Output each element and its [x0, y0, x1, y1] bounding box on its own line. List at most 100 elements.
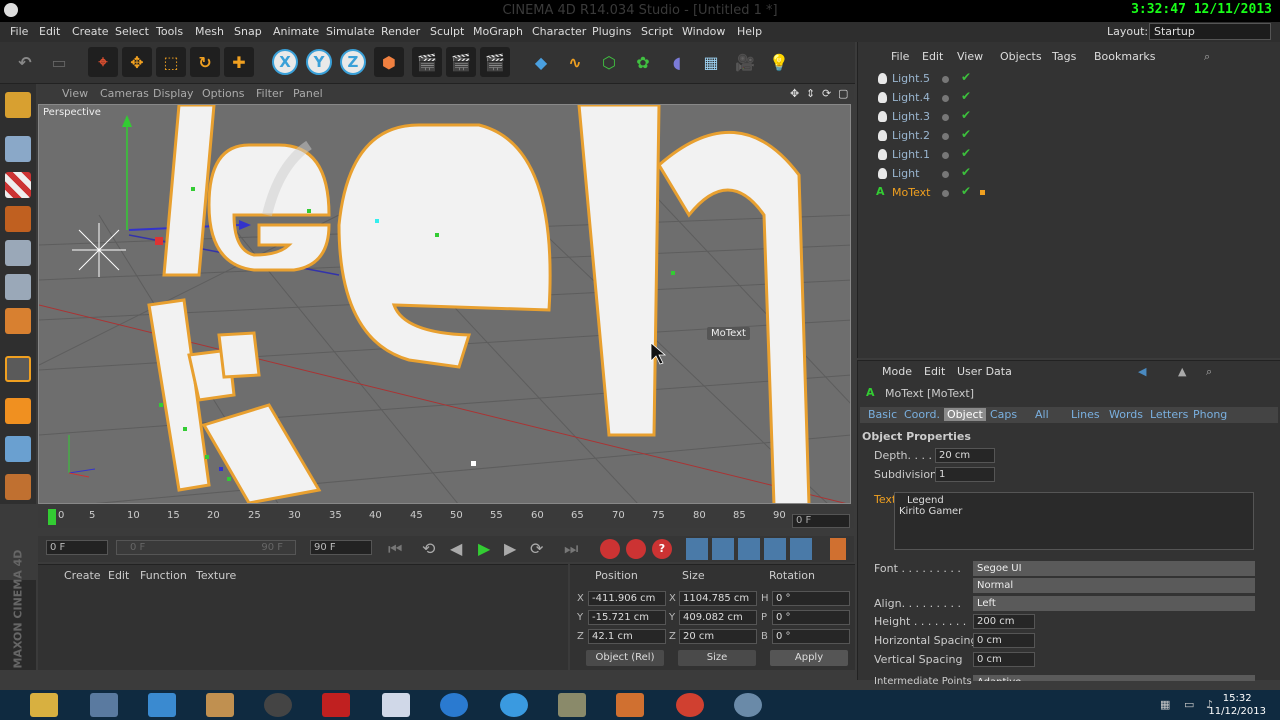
- key-rotation-icon[interactable]: [738, 538, 760, 560]
- cinema4d-icon[interactable]: [734, 693, 762, 717]
- menu-edit[interactable]: Edit: [39, 25, 60, 38]
- coordinate-mode-select[interactable]: Object (Rel): [586, 650, 664, 666]
- key-scale-icon[interactable]: [712, 538, 734, 560]
- enabled-check-icon[interactable]: ✔: [961, 127, 971, 141]
- speaker-app-icon[interactable]: [264, 693, 292, 717]
- previous-frame-icon[interactable]: ◀: [450, 539, 462, 558]
- spline-pen-icon[interactable]: ∿: [560, 47, 590, 77]
- rot-h-field[interactable]: 0 °: [772, 591, 850, 606]
- tab-coord[interactable]: Coord.: [904, 408, 940, 421]
- object-row[interactable]: Light.1 ✔: [862, 146, 1272, 165]
- tag-icon[interactable]: [980, 190, 985, 195]
- visibility-dot-icon[interactable]: [942, 152, 949, 159]
- viewport-menu-options[interactable]: Options: [202, 87, 244, 100]
- menu-help[interactable]: Help: [737, 25, 762, 38]
- enabled-check-icon[interactable]: ✔: [961, 108, 971, 122]
- size-mode-select[interactable]: Size: [678, 650, 756, 666]
- menu-script[interactable]: Script: [641, 25, 673, 38]
- tab-lines[interactable]: Lines: [1071, 408, 1100, 421]
- perspective-viewport[interactable]: Perspective MoText: [38, 104, 851, 504]
- undo-icon[interactable]: ↶: [10, 47, 40, 77]
- menu-animate[interactable]: Animate: [273, 25, 319, 38]
- viewport-menu-panel[interactable]: Panel: [293, 87, 323, 100]
- om-menu-tags[interactable]: Tags: [1052, 50, 1076, 63]
- back-arrow-icon[interactable]: ◀: [1138, 365, 1146, 378]
- go-to-start-icon[interactable]: ⏮: [388, 539, 402, 559]
- enabled-check-icon[interactable]: ✔: [961, 70, 971, 84]
- visibility-dot-icon[interactable]: [942, 76, 949, 83]
- text-field[interactable]: Legend Kirito Gamer: [894, 492, 1254, 550]
- enabled-check-icon[interactable]: ✔: [961, 89, 971, 103]
- play-icon[interactable]: ▶: [478, 539, 490, 558]
- current-frame-field[interactable]: 0 F: [792, 514, 850, 528]
- redo-icon[interactable]: ▭: [44, 47, 74, 77]
- horizontal-spacing-field[interactable]: 0 cm: [973, 633, 1035, 648]
- om-menu-bookmarks[interactable]: Bookmarks: [1094, 50, 1155, 63]
- om-menu-objects[interactable]: Objects: [1000, 50, 1042, 63]
- array-generator-icon[interactable]: ✿: [628, 47, 658, 77]
- monitor-icon[interactable]: ▭: [1184, 698, 1194, 711]
- menu-sculpt[interactable]: Sculpt: [430, 25, 464, 38]
- subdivision-field[interactable]: 1: [935, 467, 995, 482]
- apply-button[interactable]: Apply: [770, 650, 848, 666]
- previous-key-icon[interactable]: ⟲: [422, 539, 435, 558]
- locked-workplane-icon[interactable]: [5, 474, 31, 500]
- menu-create[interactable]: Create: [72, 25, 109, 38]
- chrome-icon[interactable]: [676, 693, 704, 717]
- tray-clock[interactable]: 15:32 11/12/2013: [1208, 692, 1266, 718]
- next-frame-icon[interactable]: ▶: [504, 539, 516, 558]
- record-keys-icon[interactable]: [600, 539, 620, 559]
- menu-character[interactable]: Character: [532, 25, 586, 38]
- material-menu-texture[interactable]: Texture: [196, 569, 236, 582]
- x-axis-lock-button[interactable]: X: [272, 49, 298, 75]
- playhead-marker[interactable]: [48, 509, 56, 525]
- magnet-snap-icon[interactable]: [5, 398, 31, 424]
- tab-phong[interactable]: Phong: [1193, 408, 1227, 421]
- menu-snap[interactable]: Snap: [234, 25, 262, 38]
- menu-mograph[interactable]: MoGraph: [473, 25, 523, 38]
- end-frame-field[interactable]: 90 F: [310, 540, 372, 555]
- control-panel-icon[interactable]: [148, 693, 176, 717]
- subdivision-surface-icon[interactable]: ⬡: [594, 47, 624, 77]
- visibility-dot-icon[interactable]: [942, 190, 949, 197]
- points-mode-icon[interactable]: [5, 240, 31, 266]
- attr-menu-edit[interactable]: Edit: [924, 365, 945, 378]
- cube-object-icon[interactable]: ◆: [526, 47, 556, 77]
- layout-select[interactable]: Startup: [1149, 23, 1271, 40]
- material-menu-function[interactable]: Function: [140, 569, 187, 582]
- floor-environment-icon[interactable]: ▦: [696, 47, 726, 77]
- render-settings-icon[interactable]: 🎬: [480, 47, 510, 77]
- power-icon[interactable]: [322, 693, 350, 717]
- key-position-icon[interactable]: [686, 538, 708, 560]
- visibility-dot-icon[interactable]: [942, 95, 949, 102]
- visibility-dot-icon[interactable]: [942, 114, 949, 121]
- move-tool-icon[interactable]: ✥: [122, 47, 152, 77]
- material-menu-edit[interactable]: Edit: [108, 569, 129, 582]
- viewport-menu-display[interactable]: Display: [153, 87, 194, 100]
- menu-file[interactable]: File: [10, 25, 28, 38]
- tab-object[interactable]: Object: [944, 408, 986, 421]
- size-x-field[interactable]: 1104.785 cm: [679, 591, 757, 606]
- viewport-move-icon[interactable]: ✥: [790, 87, 799, 100]
- explorer-icon[interactable]: [30, 693, 58, 717]
- visibility-dot-icon[interactable]: [942, 171, 949, 178]
- enabled-check-icon[interactable]: ✔: [961, 146, 971, 160]
- material-menu-create[interactable]: Create: [64, 569, 101, 582]
- align-select[interactable]: Left: [973, 596, 1255, 611]
- timeline-window-icon[interactable]: [830, 538, 846, 560]
- height-field[interactable]: 200 cm: [973, 614, 1035, 629]
- viewport-rotate-icon[interactable]: ⟳: [822, 87, 831, 100]
- coordinate-system-icon[interactable]: ⬢: [374, 47, 404, 77]
- om-search-icon[interactable]: ⌕: [1204, 50, 1210, 64]
- font-select[interactable]: Segoe UI: [973, 561, 1255, 576]
- font-style-select[interactable]: Normal: [973, 578, 1255, 593]
- timeline-ruler[interactable]: 0 5 10 15 20 25 30 35 40 45 50 55 60 65 …: [38, 506, 854, 528]
- pos-z-field[interactable]: 42.1 cm: [588, 629, 666, 644]
- key-parameter-icon[interactable]: [764, 538, 786, 560]
- network-icon[interactable]: ▦: [1160, 698, 1170, 711]
- keyframe-selection-icon[interactable]: ?: [652, 539, 672, 559]
- tab-letters[interactable]: Letters: [1150, 408, 1188, 421]
- make-editable-icon[interactable]: [5, 92, 31, 118]
- render-view-icon[interactable]: 🎬: [412, 47, 442, 77]
- autokeying-icon[interactable]: [626, 539, 646, 559]
